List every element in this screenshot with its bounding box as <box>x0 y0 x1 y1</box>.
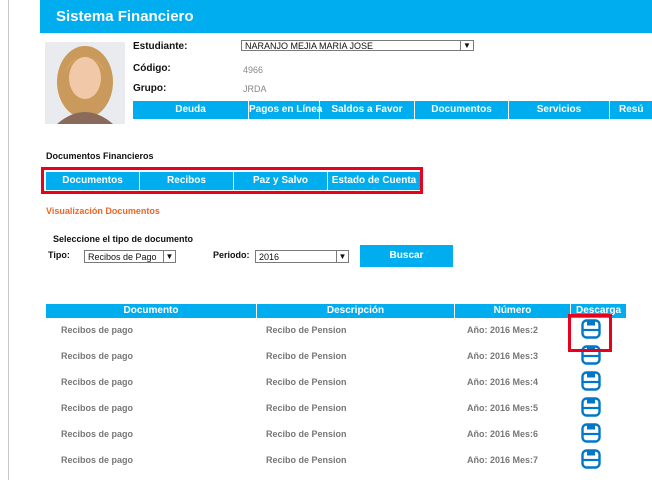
chevron-down-icon[interactable]: ▼ <box>163 251 175 262</box>
cell-descripcion: Recibo de Pension <box>266 429 347 439</box>
cell-documento: Recibos de pago <box>61 377 134 387</box>
codigo-value: 4966 <box>243 65 264 75</box>
download-icon[interactable] <box>581 449 601 469</box>
cell-descripcion: Recibo de Pension <box>266 377 347 387</box>
tipo-select-value: Recibos de Pago <box>88 252 157 262</box>
cell-documento: Recibos de pago <box>61 429 134 439</box>
visualizacion-title: Visualización Documentos <box>46 206 160 216</box>
grupo-value: JRDA <box>243 84 267 94</box>
student-select[interactable]: NARANJO MEJIA MARIA JOSE ▼ <box>241 40 474 51</box>
grupo-label: Grupo: <box>133 83 167 94</box>
cell-numero: Año: 2016 Mes:3 <box>467 351 539 361</box>
table-header: Documento Descripción Número Descarga <box>46 304 626 318</box>
chevron-down-icon[interactable]: ▼ <box>460 41 473 50</box>
header-descripcion: Descripción <box>326 305 385 316</box>
tab-deuda[interactable]: Deuda <box>133 101 248 119</box>
app-title: Sistema Financiero <box>56 8 194 25</box>
cell-documento: Recibos de pago <box>61 403 134 413</box>
cell-descripcion: Recibo de Pension <box>266 351 347 361</box>
buscar-button[interactable]: Buscar <box>360 245 453 267</box>
cell-documento: Recibos de pago <box>61 455 134 465</box>
cell-numero: Año: 2016 Mes:6 <box>467 429 539 439</box>
app-header: Sistema Financiero <box>40 0 652 33</box>
table-row: Recibos de pago Recibo de Pension Año: 201… <box>46 369 626 395</box>
download-icon[interactable] <box>581 397 601 417</box>
table-row: Recibos de pago Recibo de Pension Año: 201… <box>46 421 626 447</box>
codigo-label: Código: <box>133 63 171 74</box>
table-row: Recibos de pago Recibo de Pension Año: 201… <box>46 447 626 473</box>
cell-numero: Año: 2016 Mes:7 <box>467 455 539 465</box>
page-frame-border <box>8 0 9 480</box>
download-icon[interactable] <box>581 423 601 443</box>
chevron-down-icon[interactable]: ▼ <box>336 251 348 262</box>
table-row: Recibos de pago Recibo de Pension Año: 201… <box>46 343 626 369</box>
highlight-box-tabs <box>41 167 423 194</box>
main-nav: Deuda Pagos en Línea Saldos a Favor Docu… <box>133 101 652 119</box>
nav-divider <box>609 101 610 119</box>
tab-saldos-a-favor[interactable]: Saldos a Favor <box>320 101 414 119</box>
tab-pagos-en-linea[interactable]: Pagos en Línea <box>249 101 322 119</box>
cell-descripcion: Recibo de Pension <box>266 325 347 335</box>
tab-servicios[interactable]: Servicios <box>509 101 609 119</box>
cell-descripcion: Recibo de Pension <box>266 403 347 413</box>
select-type-label: Seleccione el tipo de documento <box>53 234 194 244</box>
table-row: Recibos de pago Recibo de Pension Año: 201… <box>46 317 626 343</box>
highlight-box-download <box>568 314 612 352</box>
tipo-select[interactable]: Recibos de Pago ▼ <box>84 250 176 263</box>
cell-numero: Año: 2016 Mes:5 <box>467 403 539 413</box>
cell-numero: Año: 2016 Mes:2 <box>467 325 539 335</box>
periodo-select-value: 2016 <box>259 252 280 262</box>
header-documento: Documento <box>123 305 179 316</box>
cell-documento: Recibos de pago <box>61 325 134 335</box>
section-title: Documentos Financieros <box>46 151 154 161</box>
tipo-label: Tipo: <box>48 250 70 260</box>
header-numero: Número <box>493 305 532 316</box>
tab-documentos[interactable]: Documentos <box>415 101 508 119</box>
cell-documento: Recibos de pago <box>61 351 134 361</box>
estudiante-label: Estudiante: <box>133 41 188 52</box>
tab-resumen[interactable]: Resú <box>619 101 652 119</box>
table-row: Recibos de pago Recibo de Pension Año: 201… <box>46 395 626 421</box>
periodo-label: Periodo: <box>213 250 250 260</box>
cell-numero: Año: 2016 Mes:4 <box>467 377 539 387</box>
student-photo <box>45 42 125 124</box>
download-icon[interactable] <box>581 371 601 391</box>
periodo-select[interactable]: 2016 ▼ <box>255 250 349 263</box>
student-select-value: NARANJO MEJIA MARIA JOSE <box>245 41 374 51</box>
cell-descripcion: Recibo de Pension <box>266 455 347 465</box>
